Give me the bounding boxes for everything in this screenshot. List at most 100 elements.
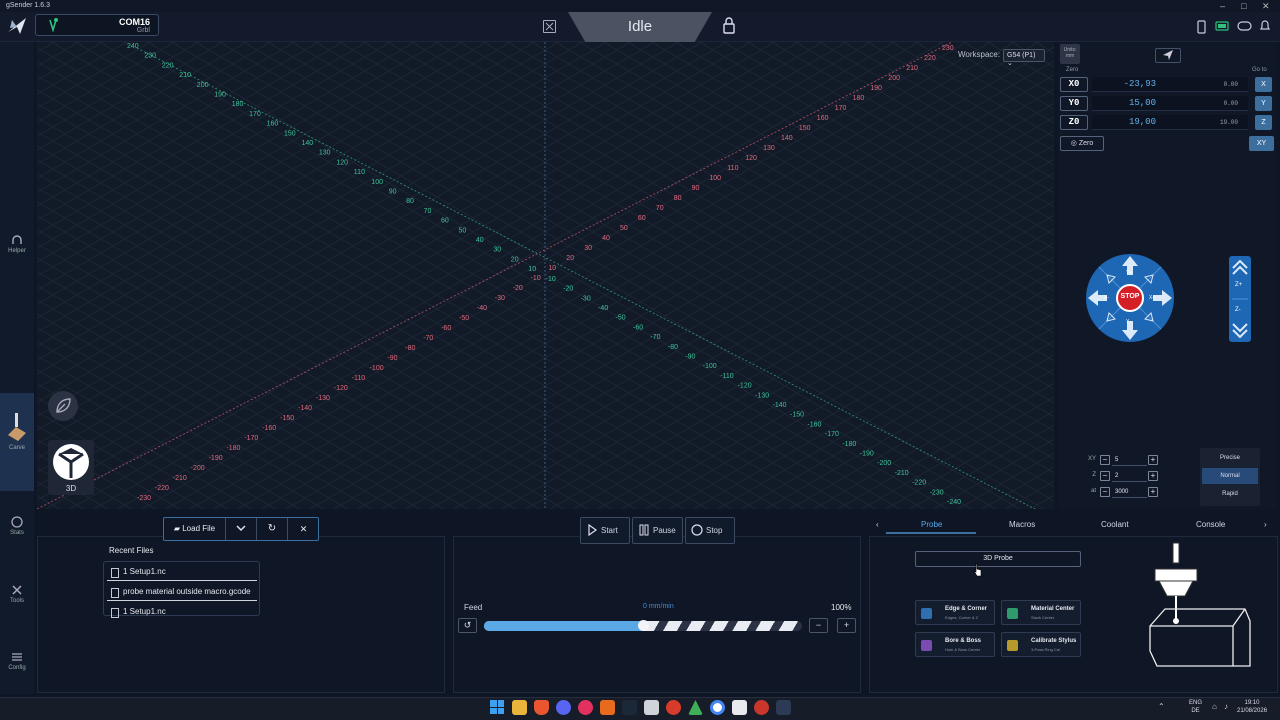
xy-step-increase-button[interactable]: + [1148, 455, 1158, 465]
jog-z-plus-icon[interactable] [1232, 259, 1248, 275]
feed-slider-handle[interactable] [638, 620, 649, 631]
zero-z-button[interactable]: Z0 [1060, 115, 1088, 130]
z-step-decrease-button[interactable]: − [1100, 471, 1110, 481]
file-options-dropdown[interactable] [226, 518, 257, 540]
file-explorer-icon[interactable] [512, 700, 527, 715]
calibrate-stylus-probe-button[interactable]: Calibrate Stylus 3-Pass Ring Cal [1001, 632, 1081, 657]
zero-y-button[interactable]: Y0 [1060, 96, 1088, 111]
close-file-button[interactable]: ✕ [288, 518, 319, 540]
input-language[interactable]: ENG DE [1189, 699, 1202, 715]
blender-icon[interactable] [600, 700, 615, 715]
axis-tick-label: -200 [877, 460, 891, 467]
z-position-field[interactable]: 19,00 19.00 [1092, 115, 1248, 130]
bore-boss-probe-button[interactable]: Bore & Boss Hole & Boss Center [915, 632, 995, 657]
sidebar-item-stats[interactable]: Stats [0, 516, 34, 536]
z-step-input[interactable]: 2 [1112, 470, 1147, 482]
view-cube-button[interactable]: 3D [48, 440, 94, 495]
speed-normal-button[interactable]: Normal [1202, 468, 1258, 484]
goto-z-button[interactable]: Z [1255, 115, 1272, 130]
lightweight-mode-button[interactable] [48, 391, 78, 421]
sidebar-item-label: Helper [8, 248, 26, 254]
xy-step-input[interactable]: 5 [1112, 454, 1147, 466]
reload-file-button[interactable]: ↻ [257, 518, 288, 540]
google-chrome-icon[interactable] [710, 700, 725, 715]
workspace-select[interactable]: G54 (P1) ⌄ [1003, 49, 1045, 67]
tabs-next-icon[interactable]: › [1264, 520, 1267, 529]
sidebar-item-config[interactable]: Config [0, 651, 34, 671]
load-file-button[interactable]: ▰ Load File [164, 518, 226, 540]
notifications-bell-icon[interactable] [1259, 19, 1271, 35]
media-player-icon[interactable] [578, 700, 593, 715]
edge-corner-probe-button[interactable]: Edge & Corner Edges, Corner & Z [915, 600, 995, 625]
lock-icon[interactable] [722, 17, 736, 37]
tab-console[interactable]: Console [1196, 520, 1225, 529]
goto-x-button[interactable]: X [1255, 77, 1272, 92]
volume-icon[interactable]: ♪ [1224, 702, 1228, 711]
pause-icon [639, 524, 649, 536]
recent-file-item[interactable]: 1 Setup1.nc [107, 563, 257, 581]
feed-step-stepper[interactable]: at − 3000 + [1082, 486, 1158, 498]
sidebar-item-tools[interactable]: Tools [0, 584, 34, 604]
zero-x-button[interactable]: X0 [1060, 77, 1088, 92]
app-icon[interactable] [666, 700, 681, 715]
app-icon[interactable] [754, 700, 769, 715]
jog-z-minus-icon[interactable] [1232, 323, 1248, 339]
axis-tick-label: 190 [870, 85, 882, 92]
tray-overflow-icon[interactable]: ⌃ [1158, 702, 1165, 711]
recent-file-item[interactable]: 1 Setup1.nc [107, 603, 257, 618]
feed-decrease-button[interactable]: − [809, 618, 828, 633]
tabs-prev-icon[interactable]: ‹ [876, 520, 879, 529]
gamepad-icon[interactable] [1237, 21, 1252, 34]
connection-status-icon [48, 18, 58, 33]
sidebar-item-carve[interactable]: Carve [0, 393, 34, 491]
fusion-icon[interactable] [732, 700, 747, 715]
recent-file-item[interactable]: probe material outside macro.gcode [107, 583, 257, 601]
tab-coolant[interactable]: Coolant [1101, 520, 1129, 529]
y-position-field[interactable]: 15,00 0.00 [1092, 96, 1248, 111]
x-position-field[interactable]: -23,93 0.00 [1092, 77, 1248, 92]
material-center-probe-button[interactable]: Material Center Stock Center [1001, 600, 1081, 625]
system-clock[interactable]: 19:10 21/08/2026 [1237, 699, 1267, 715]
goto-y-button[interactable]: Y [1255, 96, 1272, 111]
zero-all-button[interactable]: ◎ Zero [1060, 136, 1104, 151]
xy-step-decrease-button[interactable]: − [1100, 455, 1110, 465]
sidebar-item-label: Carve [8, 445, 25, 451]
pause-button[interactable]: Pause [632, 517, 683, 544]
maximize-button[interactable]: □ [1241, 0, 1246, 12]
z-step-increase-button[interactable]: + [1148, 471, 1158, 481]
jog-control[interactable]: STOP Y+ Y- X- X+ [1085, 253, 1175, 343]
send-location-button[interactable] [1155, 48, 1181, 63]
stop-job-button[interactable]: Stop [685, 517, 735, 544]
close-button[interactable]: ✕ [1262, 0, 1270, 12]
feed-increase-button[interactable]: + [837, 618, 856, 633]
connection-selector[interactable]: COM16 Grbl [35, 14, 159, 36]
tab-probe[interactable]: Probe [921, 520, 942, 529]
start-button[interactable]: Start [580, 517, 630, 544]
feed-step-decrease-button[interactable]: − [1100, 487, 1110, 497]
discord-icon[interactable] [556, 700, 571, 715]
layout-toggle-icon[interactable] [543, 20, 556, 33]
sidebar-item-helper[interactable]: Helper [0, 234, 34, 254]
z-jog-control[interactable]: Z+ Z- [1229, 256, 1251, 342]
goto-xy-button[interactable]: XY [1249, 136, 1274, 151]
speed-precise-button[interactable]: Precise [1202, 450, 1258, 466]
feed-step-increase-button[interactable]: + [1148, 487, 1158, 497]
network-icon[interactable]: ⌂ [1212, 702, 1217, 711]
notepad-icon[interactable] [644, 700, 659, 715]
tab-macros[interactable]: Macros [1009, 520, 1035, 529]
steam-icon[interactable] [622, 700, 637, 715]
minimize-button[interactable]: – [1220, 0, 1225, 12]
speed-rapid-button[interactable]: Rapid [1202, 486, 1258, 502]
gsender-taskbar-icon[interactable] [776, 700, 791, 715]
axis-tick-label: -170 [244, 435, 258, 442]
xy-step-stepper[interactable]: XY − 5 + [1082, 454, 1158, 466]
visualizer-canvas[interactable]: 240 230 220 210 200 190 180 170 160 150 140 130 120 1… [37, 42, 1054, 509]
phone-icon[interactable] [1196, 20, 1207, 37]
z-step-stepper[interactable]: Z − 2 + [1082, 470, 1158, 482]
battery-icon[interactable] [1215, 21, 1230, 34]
feed-step-input[interactable]: 3000 [1112, 486, 1147, 498]
3d-probe-button[interactable]: 3D Probe [915, 551, 1081, 567]
windows-start-icon[interactable] [490, 700, 504, 714]
feed-reset-button[interactable]: ↺ [458, 618, 477, 633]
brave-browser-icon[interactable] [534, 700, 549, 715]
